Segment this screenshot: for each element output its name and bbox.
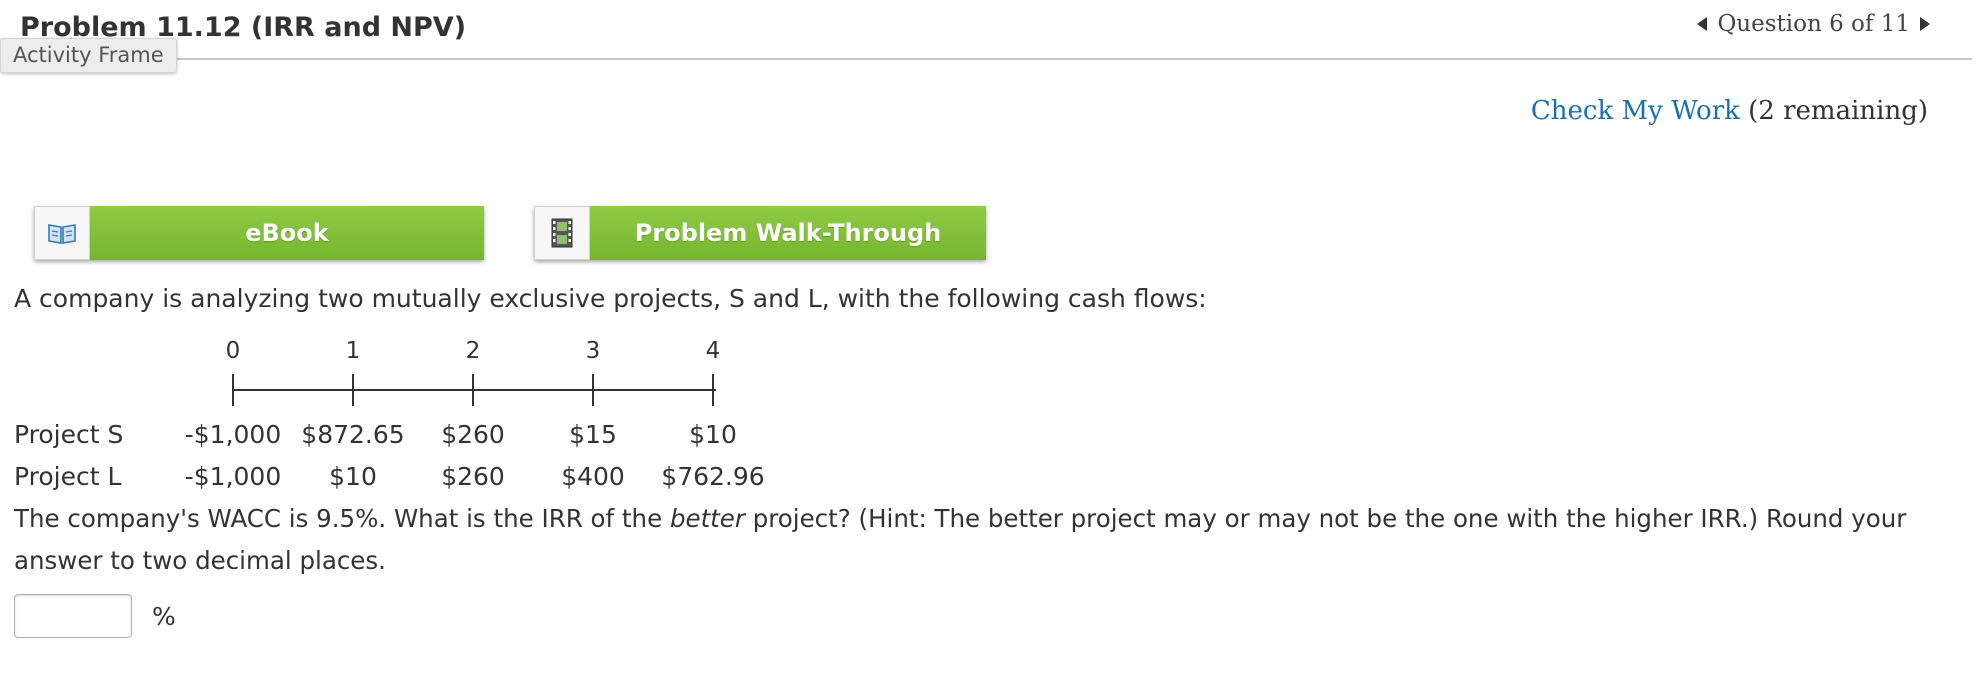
- period-label: 0: [225, 338, 241, 364]
- project-l-label: Project L: [14, 462, 122, 491]
- cash-flow-cell: -$1,000: [184, 462, 282, 491]
- question-nav: Question 6 of 11: [1697, 11, 1930, 37]
- question-emphasis: better: [669, 504, 745, 533]
- percent-unit: %: [152, 602, 176, 631]
- cash-flow-cell: $10: [689, 420, 737, 449]
- period-label: 3: [585, 338, 601, 364]
- cash-flow-timeline: 0 1 2 3 4: [0, 330, 800, 420]
- attempts-remaining: (2 remaining): [1748, 96, 1928, 126]
- timeline-tick: [472, 374, 474, 406]
- book-icon: [34, 206, 90, 260]
- question-counter: Question 6 of 11: [1717, 11, 1910, 37]
- timeline-tick: [592, 374, 594, 406]
- problem-walkthrough-button[interactable]: Problem Walk-Through: [534, 206, 986, 260]
- period-label: 2: [465, 338, 481, 364]
- cash-flow-cell: $260: [441, 420, 505, 449]
- cash-flow-cell: $260: [441, 462, 505, 491]
- question-text-start: The company's WACC is 9.5%. What is the …: [14, 504, 670, 533]
- check-my-work-link[interactable]: Check My Work: [1531, 96, 1740, 126]
- question-text: The company's WACC is 9.5%. What is the …: [14, 498, 1954, 582]
- timeline-tick: [232, 374, 234, 406]
- irr-answer-input[interactable]: [14, 594, 132, 638]
- period-label: 4: [705, 338, 721, 364]
- timeline-tick: [712, 374, 714, 406]
- period-label: 1: [345, 338, 361, 364]
- cash-flow-cell: $762.96: [661, 462, 765, 491]
- ebook-label: eBook: [90, 206, 484, 260]
- header-bar: Problem 11.12 (IRR and NPV) Question 6 o…: [0, 0, 1972, 60]
- problem-intro: A company is analyzing two mutually excl…: [14, 284, 1207, 313]
- film-icon: [534, 206, 590, 260]
- cash-flow-cell: -$1,000: [184, 420, 282, 449]
- triangle-left-icon[interactable]: [1697, 17, 1708, 31]
- cash-flow-cell: $400: [561, 462, 625, 491]
- activity-frame-label: Activity Frame: [0, 38, 177, 73]
- project-s-label: Project S: [14, 420, 124, 449]
- timeline-tick: [352, 374, 354, 406]
- cash-flow-cell: $15: [569, 420, 617, 449]
- cash-flow-cell: $10: [329, 462, 377, 491]
- timeline-axis: [232, 389, 716, 391]
- check-my-work: Check My Work (2 remaining): [1531, 96, 1928, 126]
- triangle-right-icon[interactable]: [1920, 17, 1930, 31]
- cash-flow-cell: $872.65: [301, 420, 405, 449]
- ebook-button[interactable]: eBook: [34, 206, 484, 260]
- problem-walkthrough-label: Problem Walk-Through: [590, 206, 986, 260]
